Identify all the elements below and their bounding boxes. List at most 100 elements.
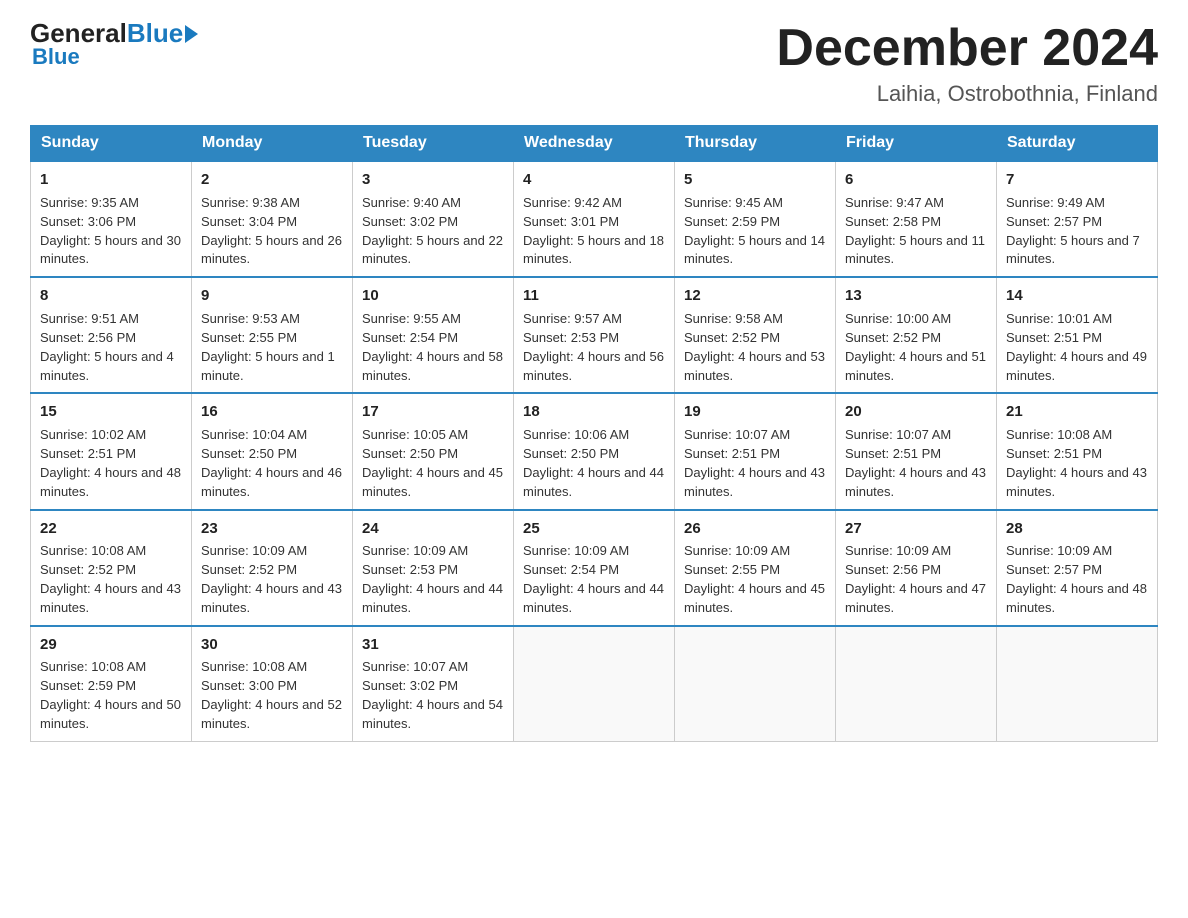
day-number: 11 (523, 285, 665, 307)
week-row-5: 29Sunrise: 10:08 AMSunset: 2:59 PMDaylig… (31, 626, 1158, 742)
calendar-cell: 27Sunrise: 10:09 AMSunset: 2:56 PMDaylig… (836, 510, 997, 626)
day-info: Sunrise: 9:57 AMSunset: 2:53 PMDaylight:… (523, 310, 665, 385)
title-block: December 2024 Laihia, Ostrobothnia, Finl… (776, 20, 1158, 107)
calendar-cell: 21Sunrise: 10:08 AMSunset: 2:51 PMDaylig… (997, 393, 1158, 509)
header-day-monday: Monday (192, 126, 353, 162)
calendar-cell: 19 Sunrise: 10:07 AMSunset: 2:51 PMDaylig… (675, 393, 836, 509)
calendar-cell: 30Sunrise: 10:08 AMSunset: 3:00 PMDaylig… (192, 626, 353, 742)
calendar-cell: 29Sunrise: 10:08 AMSunset: 2:59 PMDaylig… (31, 626, 192, 742)
day-number: 18 (523, 401, 665, 423)
calendar-cell: 28Sunrise: 10:09 AMSunset: 2:57 PMDaylig… (997, 510, 1158, 626)
day-number: 14 (1006, 285, 1148, 307)
logo-general: General (30, 20, 127, 46)
calendar-cell: 13 Sunrise: 10:00 AMSunset: 2:52 PMDaylig… (836, 277, 997, 393)
day-number: 9 (201, 285, 343, 307)
day-info: Sunrise: 9:58 AMSunset: 2:52 PMDaylight:… (684, 310, 826, 385)
day-info: Sunrise: 10:09 AMSunset: 2:52 PMDaylight… (201, 542, 343, 617)
calendar-cell: 3 Sunrise: 9:40 AMSunset: 3:02 PMDaylight… (353, 161, 514, 277)
day-info: Sunrise: 10:07 AMSunset: 2:51 PMDaylight… (845, 426, 987, 501)
calendar-cell: 1 Sunrise: 9:35 AMSunset: 3:06 PMDaylight… (31, 161, 192, 277)
calendar-cell: 18 Sunrise: 10:06 AMSunset: 2:50 PMDaylig… (514, 393, 675, 509)
day-number: 29 (40, 634, 182, 656)
day-number: 6 (845, 169, 987, 191)
calendar-table: SundayMondayTuesdayWednesdayThursdayFrid… (30, 125, 1158, 742)
day-number: 1 (40, 169, 182, 191)
day-number: 31 (362, 634, 504, 656)
calendar-cell: 8 Sunrise: 9:51 AMSunset: 2:56 PMDaylight… (31, 277, 192, 393)
location-title: Laihia, Ostrobothnia, Finland (776, 81, 1158, 107)
day-info: Sunrise: 10:02 AMSunset: 2:51 PMDaylight… (40, 426, 182, 501)
day-number: 25 (523, 518, 665, 540)
day-info: Sunrise: 10:05 AMSunset: 2:50 PMDaylight… (362, 426, 504, 501)
day-info: Sunrise: 10:08 AMSunset: 2:52 PMDaylight… (40, 542, 182, 617)
calendar-cell: 23Sunrise: 10:09 AMSunset: 2:52 PMDaylig… (192, 510, 353, 626)
page-header: General Blue Blue December 2024 Laihia, … (30, 20, 1158, 107)
day-number: 13 (845, 285, 987, 307)
day-info: Sunrise: 9:45 AMSunset: 2:59 PMDaylight:… (684, 194, 826, 269)
day-number: 8 (40, 285, 182, 307)
calendar-cell (675, 626, 836, 742)
day-info: Sunrise: 10:08 AMSunset: 2:59 PMDaylight… (40, 658, 182, 733)
day-number: 28 (1006, 518, 1148, 540)
logo-arrow-icon (185, 25, 198, 43)
week-row-3: 15Sunrise: 10:02 AMSunset: 2:51 PMDaylig… (31, 393, 1158, 509)
calendar-cell: 24Sunrise: 10:09 AMSunset: 2:53 PMDaylig… (353, 510, 514, 626)
calendar-cell (836, 626, 997, 742)
day-info: Sunrise: 10:09 AMSunset: 2:53 PMDaylight… (362, 542, 504, 617)
header-day-thursday: Thursday (675, 126, 836, 162)
calendar-cell: 10Sunrise: 9:55 AMSunset: 2:54 PMDayligh… (353, 277, 514, 393)
day-number: 2 (201, 169, 343, 191)
header-row: SundayMondayTuesdayWednesdayThursdayFrid… (31, 126, 1158, 162)
day-info: Sunrise: 9:47 AMSunset: 2:58 PMDaylight:… (845, 194, 987, 269)
day-info: Sunrise: 10:07 AMSunset: 2:51 PMDaylight… (684, 426, 826, 501)
logo-blue-part: Blue (127, 20, 198, 46)
day-info: Sunrise: 9:42 AMSunset: 3:01 PMDaylight:… (523, 194, 665, 269)
day-info: Sunrise: 9:51 AMSunset: 2:56 PMDaylight:… (40, 310, 182, 385)
day-info: Sunrise: 9:53 AMSunset: 2:55 PMDaylight:… (201, 310, 343, 385)
day-number: 22 (40, 518, 182, 540)
day-info: Sunrise: 9:38 AMSunset: 3:04 PMDaylight:… (201, 194, 343, 269)
day-number: 16 (201, 401, 343, 423)
day-info: Sunrise: 10:07 AMSunset: 3:02 PMDaylight… (362, 658, 504, 733)
day-info: Sunrise: 9:55 AMSunset: 2:54 PMDaylight:… (362, 310, 504, 385)
calendar-cell: 17Sunrise: 10:05 AMSunset: 2:50 PMDaylig… (353, 393, 514, 509)
calendar-cell (514, 626, 675, 742)
calendar-cell: 2 Sunrise: 9:38 AMSunset: 3:04 PMDaylight… (192, 161, 353, 277)
day-number: 12 (684, 285, 826, 307)
day-number: 19 (684, 401, 826, 423)
day-info: Sunrise: 10:01 AMSunset: 2:51 PMDaylight… (1006, 310, 1148, 385)
header-day-tuesday: Tuesday (353, 126, 514, 162)
week-row-1: 1 Sunrise: 9:35 AMSunset: 3:06 PMDaylight… (31, 161, 1158, 277)
calendar-cell: 7Sunrise: 9:49 AMSunset: 2:57 PMDaylight… (997, 161, 1158, 277)
week-row-4: 22Sunrise: 10:08 AMSunset: 2:52 PMDaylig… (31, 510, 1158, 626)
calendar-cell: 11 Sunrise: 9:57 AMSunset: 2:53 PMDayligh… (514, 277, 675, 393)
header-day-sunday: Sunday (31, 126, 192, 162)
day-info: Sunrise: 10:09 AMSunset: 2:55 PMDaylight… (684, 542, 826, 617)
header-day-wednesday: Wednesday (514, 126, 675, 162)
calendar-cell: 9 Sunrise: 9:53 AMSunset: 2:55 PMDaylight… (192, 277, 353, 393)
calendar-cell: 31Sunrise: 10:07 AMSunset: 3:02 PMDaylig… (353, 626, 514, 742)
day-info: Sunrise: 9:35 AMSunset: 3:06 PMDaylight:… (40, 194, 182, 269)
month-title: December 2024 (776, 20, 1158, 77)
calendar-cell: 12 Sunrise: 9:58 AMSunset: 2:52 PMDayligh… (675, 277, 836, 393)
logo: General Blue Blue (30, 20, 198, 70)
calendar-cell: 20Sunrise: 10:07 AMSunset: 2:51 PMDaylig… (836, 393, 997, 509)
day-info: Sunrise: 10:08 AMSunset: 3:00 PMDaylight… (201, 658, 343, 733)
day-info: Sunrise: 10:09 AMSunset: 2:54 PMDaylight… (523, 542, 665, 617)
day-number: 27 (845, 518, 987, 540)
day-number: 23 (201, 518, 343, 540)
calendar-cell: 14 Sunrise: 10:01 AMSunset: 2:51 PMDaylig… (997, 277, 1158, 393)
day-number: 3 (362, 169, 504, 191)
calendar-cell: 16Sunrise: 10:04 AMSunset: 2:50 PMDaylig… (192, 393, 353, 509)
day-info: Sunrise: 10:00 AMSunset: 2:52 PMDaylight… (845, 310, 987, 385)
logo-subtitle: Blue (32, 44, 80, 70)
calendar-cell: 4 Sunrise: 9:42 AMSunset: 3:01 PMDaylight… (514, 161, 675, 277)
day-info: Sunrise: 10:09 AMSunset: 2:57 PMDaylight… (1006, 542, 1148, 617)
calendar-cell: 22Sunrise: 10:08 AMSunset: 2:52 PMDaylig… (31, 510, 192, 626)
day-info: Sunrise: 10:06 AMSunset: 2:50 PMDaylight… (523, 426, 665, 501)
day-info: Sunrise: 9:40 AMSunset: 3:02 PMDaylight:… (362, 194, 504, 269)
day-info: Sunrise: 10:08 AMSunset: 2:51 PMDaylight… (1006, 426, 1148, 501)
day-number: 4 (523, 169, 665, 191)
day-info: Sunrise: 9:49 AMSunset: 2:57 PMDaylight:… (1006, 194, 1148, 269)
header-day-saturday: Saturday (997, 126, 1158, 162)
